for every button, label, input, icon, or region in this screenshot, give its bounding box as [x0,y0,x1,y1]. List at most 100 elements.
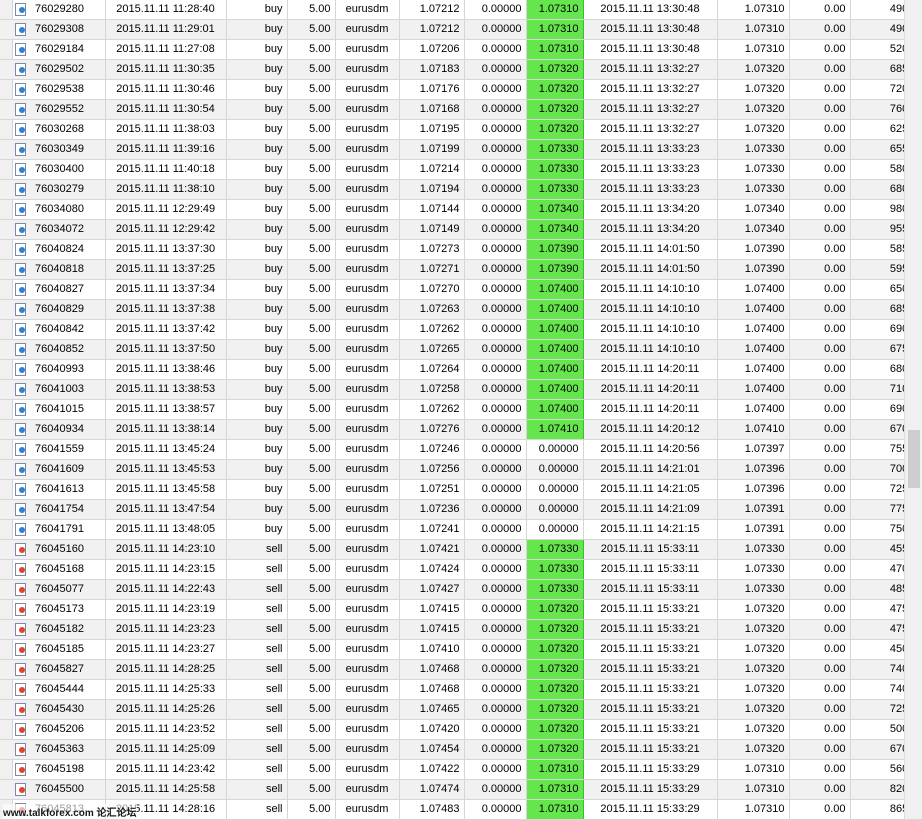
table-row[interactable]: 76030268 2015.11.11 11:38:03 buy 5.00 eurusd… [0,119,922,140]
table-row[interactable]: 76045168 2015.11.11 14:23:15 sell 5.00 eurus… [0,559,922,580]
table-row[interactable]: 76045827 2015.11.11 14:28:25 sell 5.00 eurus… [0,659,922,680]
symbol-cell: eurusdm [335,639,400,660]
trade-type-cell: buy [226,339,288,360]
table-row[interactable]: 76034072 2015.11.11 12:29:42 buy 5.00 eurusd… [0,219,922,240]
open-price-cell: 1.07415 [399,619,465,640]
table-row[interactable]: 76029502 2015.11.11 11:30:35 buy 5.00 eurusd… [0,59,922,80]
buy-order-icon [15,303,26,316]
lot-size-cell: 5.00 [287,179,336,200]
order-id-cell: 76040829 [0,299,106,320]
table-row[interactable]: 76045500 2015.11.11 14:25:58 sell 5.00 eurus… [0,779,922,800]
stop-loss-cell: 0.00000 [464,299,527,320]
order-id-cell: 76045173 [0,599,106,620]
close-price-cell: 1.07391 [717,519,790,540]
table-row[interactable]: 76045206 2015.11.11 14:23:52 sell 5.00 eurus… [0,719,922,740]
symbol-cell: eurusdm [335,799,400,820]
table-row[interactable]: 76045160 2015.11.11 14:23:10 sell 5.00 eurus… [0,539,922,560]
take-profit-cell: 1.07330 [525,179,584,200]
table-row[interactable]: 76029280 2015.11.11 11:28:40 buy 5.00 eurusd… [0,0,922,20]
symbol-cell: eurusdm [335,339,400,360]
stop-loss-cell: 0.00000 [464,59,527,80]
swap-cell: 0.00 [789,599,851,620]
close-time-cell: 2015.11.11 15:33:21 [583,679,718,700]
trade-type-cell: buy [226,59,288,80]
table-row[interactable]: 76029308 2015.11.11 11:29:01 buy 5.00 eurusd… [0,19,922,40]
table-row[interactable]: 76041613 2015.11.11 13:45:58 buy 5.00 eurusd… [0,479,922,500]
table-row[interactable]: 76040842 2015.11.11 13:37:42 buy 5.00 eurusd… [0,319,922,340]
trade-type-cell: buy [226,279,288,300]
table-row[interactable]: 76029552 2015.11.11 11:30:54 buy 5.00 eurusd… [0,99,922,120]
table-row[interactable]: 76045363 2015.11.11 14:25:09 sell 5.00 eurus… [0,739,922,760]
trade-type-cell: buy [226,379,288,400]
table-row[interactable]: 76041791 2015.11.11 13:48:05 buy 5.00 eurusd… [0,519,922,540]
buy-order-icon [15,463,26,476]
buy-order-icon [15,43,26,56]
close-time-cell: 2015.11.11 14:20:56 [583,439,718,460]
table-row[interactable]: 760458132015.11.11 14:28:16sell5.00eurus… [0,799,922,820]
trade-type-cell: buy [226,39,288,60]
trade-type-cell: sell [226,599,288,620]
table-row[interactable]: 76041015 2015.11.11 13:38:57 buy 5.00 eurusd… [0,399,922,420]
table-row[interactable]: 76041609 2015.11.11 13:45:53 buy 5.00 eurusd… [0,459,922,480]
scrollbar-thumb[interactable] [908,430,920,488]
close-price-cell: 1.07390 [717,259,790,280]
table-row[interactable]: 76045198 2015.11.11 14:23:42 sell 5.00 eurus… [0,759,922,780]
table-row[interactable]: 76045444 2015.11.11 14:25:33 sell 5.00 eurus… [0,679,922,700]
swap-cell: 0.00 [789,779,851,800]
table-row[interactable]: 76040818 2015.11.11 13:37:25 buy 5.00 eurusd… [0,259,922,280]
table-row[interactable]: 76045182 2015.11.11 14:23:23 sell 5.00 eurus… [0,619,922,640]
table-row[interactable]: 76040993 2015.11.11 13:38:46 buy 5.00 eurusd… [0,359,922,380]
trade-type-cell: buy [226,19,288,40]
order-id-cell: 76029502 [0,59,106,80]
symbol-cell: eurusdm [335,119,400,140]
open-price-cell: 1.07483 [399,799,465,820]
table-row[interactable]: 76030349 2015.11.11 11:39:16 buy 5.00 eurusd… [0,139,922,160]
trade-type-cell: sell [226,699,288,720]
table-row[interactable]: 76040934 2015.11.11 13:38:14 buy 5.00 eurusd… [0,419,922,440]
order-id-cell: 76030279 [0,179,106,200]
swap-cell: 0.00 [789,139,851,160]
symbol-cell: eurusdm [335,19,400,40]
trade-type-cell: buy [226,179,288,200]
order-id-cell: 76029184 [0,39,106,60]
stop-loss-cell: 0.00000 [464,239,527,260]
open-price-cell: 1.07214 [399,159,465,180]
buy-order-icon [15,263,26,276]
buy-order-icon [15,163,26,176]
buy-order-icon [15,143,26,156]
order-id-cell: 76040934 [0,419,106,440]
stop-loss-cell: 0.00000 [464,699,527,720]
symbol-cell: eurusdm [335,299,400,320]
table-row[interactable]: 76045173 2015.11.11 14:23:19 sell 5.00 eurus… [0,599,922,620]
buy-order-icon [15,483,26,496]
close-time-cell: 2015.11.11 13:32:27 [583,99,718,120]
order-id-cell: 76045444 [0,679,106,700]
stop-loss-cell: 0.00000 [464,19,527,40]
table-row[interactable]: 76045430 2015.11.11 14:25:26 sell 5.00 eurus… [0,699,922,720]
table-row[interactable]: 76034080 2015.11.11 12:29:49 buy 5.00 eurusd… [0,199,922,220]
table-row[interactable]: 76030279 2015.11.11 11:38:10 buy 5.00 eurusd… [0,179,922,200]
table-row[interactable]: 76029184 2015.11.11 11:27:08 buy 5.00 eurusd… [0,39,922,60]
take-profit-cell: 1.07320 [525,719,584,740]
symbol-cell: eurusdm [335,319,400,340]
table-row[interactable]: 76040824 2015.11.11 13:37:30 buy 5.00 eurusd… [0,239,922,260]
close-time-cell: 2015.11.11 14:10:10 [583,299,718,320]
table-row[interactable]: 76030400 2015.11.11 11:40:18 buy 5.00 eurusd… [0,159,922,180]
table-row[interactable]: 76029538 2015.11.11 11:30:46 buy 5.00 eurusd… [0,79,922,100]
take-profit-cell: 1.07320 [525,99,584,120]
buy-order-icon [15,503,26,516]
table-row[interactable]: 76041003 2015.11.11 13:38:53 buy 5.00 eurusd… [0,379,922,400]
table-row[interactable]: 76041559 2015.11.11 13:45:24 buy 5.00 eurusd… [0,439,922,460]
table-row[interactable]: 76040827 2015.11.11 13:37:34 buy 5.00 eurusd… [0,279,922,300]
table-row[interactable]: 76040829 2015.11.11 13:37:38 buy 5.00 eurusd… [0,299,922,320]
lot-size-cell: 5.00 [287,519,336,540]
table-row[interactable]: 76041754 2015.11.11 13:47:54 buy 5.00 eurusd… [0,499,922,520]
table-row[interactable]: 76045077 2015.11.11 14:22:43 sell 5.00 eurus… [0,579,922,600]
table-row[interactable]: 76040852 2015.11.11 13:37:50 buy 5.00 eurusd… [0,339,922,360]
order-id-cell: 76045077 [0,579,106,600]
close-time-cell: 2015.11.11 14:01:50 [583,259,718,280]
vertical-scrollbar[interactable] [904,0,922,819]
table-row[interactable]: 76045185 2015.11.11 14:23:27 sell 5.00 eurus… [0,639,922,660]
buy-order-icon [15,283,26,296]
open-price-cell: 1.07262 [399,399,465,420]
